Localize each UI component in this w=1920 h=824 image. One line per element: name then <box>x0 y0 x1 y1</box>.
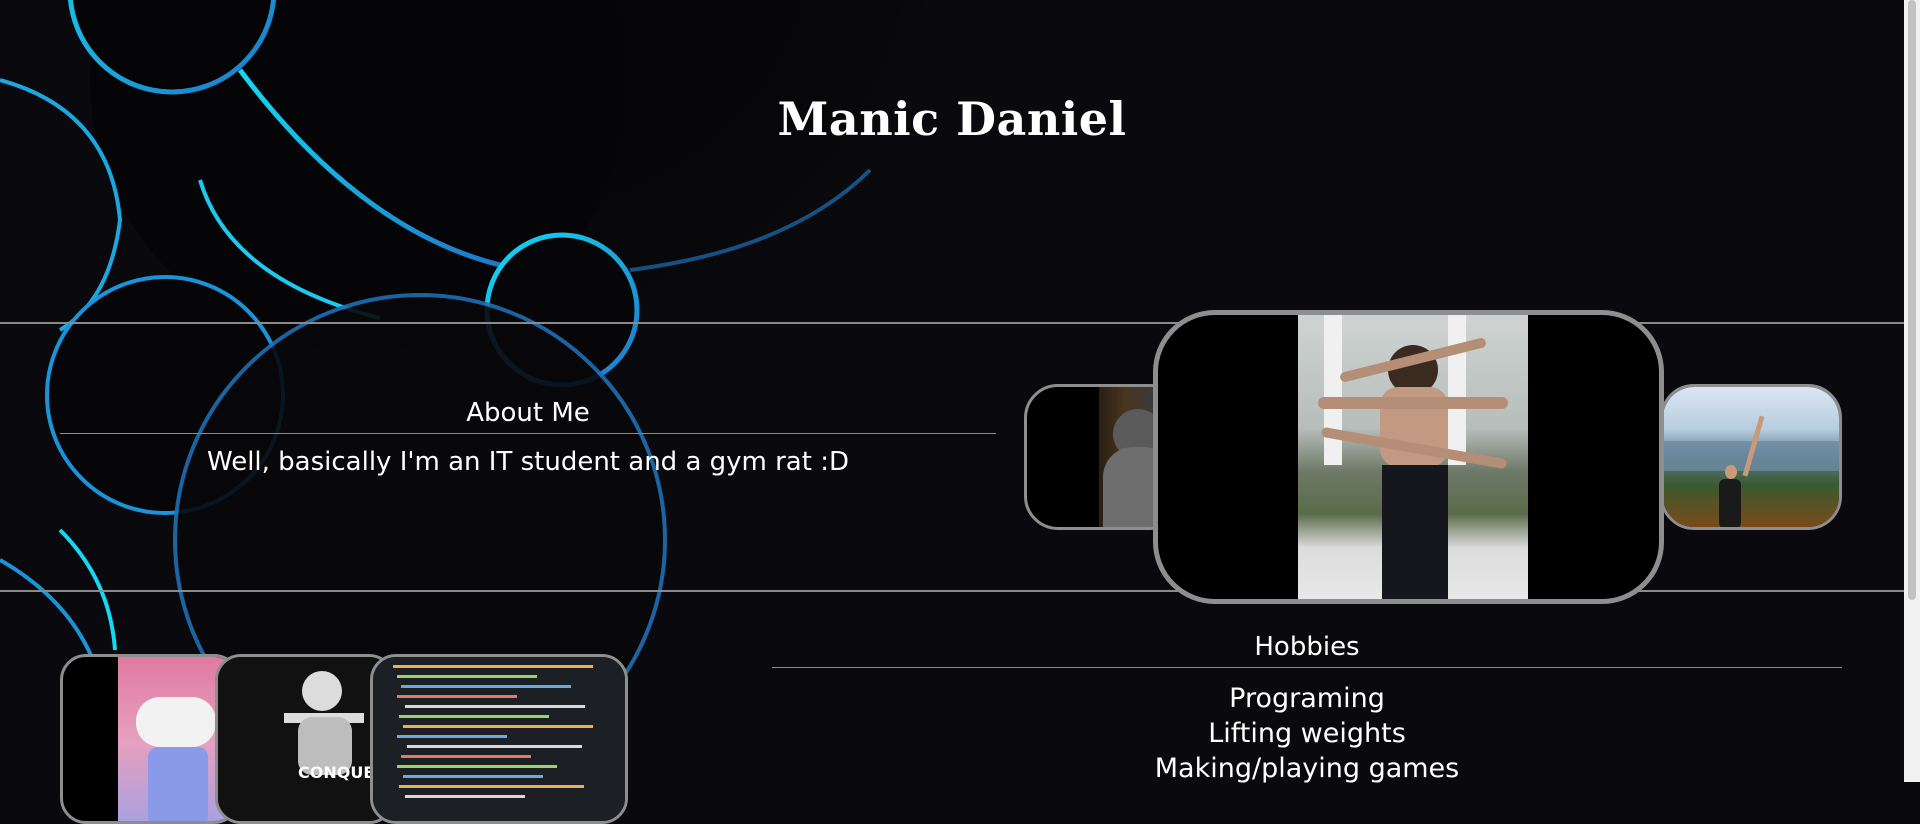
about-text: Well, basically I'm an IT student and a … <box>207 447 849 477</box>
gym-poster-photo: CONQUE <box>218 657 392 821</box>
vertical-scrollbar[interactable] <box>1904 0 1920 782</box>
hobbies-heading: Hobbies <box>1254 632 1360 662</box>
hobby-image-gym[interactable]: CONQUE <box>215 654 395 824</box>
hobby-image-code[interactable] <box>370 654 628 824</box>
hobby-item-lifting: Lifting weights <box>1208 718 1406 749</box>
hobby-item-games: Making/playing games <box>1154 753 1460 784</box>
about-heading-line <box>60 433 996 434</box>
hobbies-list: Programing Lifting weights Making/playin… <box>772 681 1842 786</box>
about-heading: About Me <box>466 398 590 428</box>
gym-poster-caption: CONQUE <box>298 763 375 782</box>
hobby-image-controller[interactable] <box>60 654 240 824</box>
hobbies-heading-line <box>772 667 1842 668</box>
mountain-view-photo <box>1663 387 1839 527</box>
hobby-item-programing: Programing <box>1229 683 1385 714</box>
carousel-photo-center[interactable] <box>1153 310 1664 604</box>
multi-arm-gym-photo <box>1298 315 1528 599</box>
page-title: Manic Daniel <box>777 92 1127 146</box>
scrollbar-thumb[interactable] <box>1908 0 1916 600</box>
carousel-photo-right[interactable] <box>1660 384 1842 530</box>
page: Manic Daniel About Me Well, basically I'… <box>0 0 1904 824</box>
code-screen-photo <box>373 657 625 821</box>
